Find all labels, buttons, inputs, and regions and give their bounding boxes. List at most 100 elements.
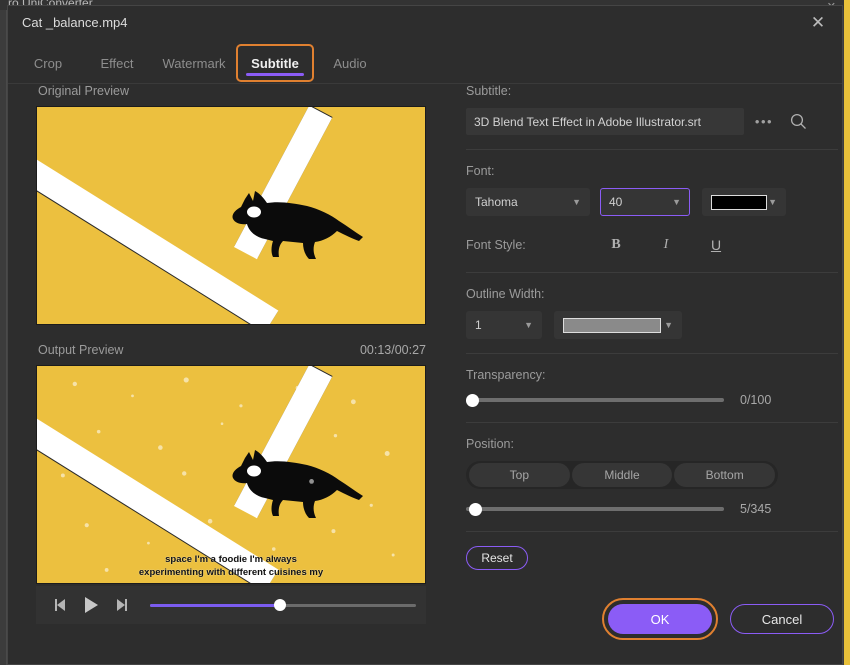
position-offset-track xyxy=(466,507,724,511)
tab-subtitle-label: Subtitle xyxy=(251,55,299,71)
font-style-label: Font Style: xyxy=(466,238,526,252)
step-backward-icon[interactable] xyxy=(46,592,76,618)
outline-width-label: Outline Width: xyxy=(466,287,545,301)
subtitle-file-input[interactable] xyxy=(466,108,744,135)
outline-row: 1 ▼ ▼ xyxy=(466,311,838,339)
outline-width-select[interactable]: 1 ▼ xyxy=(466,311,542,339)
original-preview-video xyxy=(36,106,426,325)
tab-effect[interactable]: Effect xyxy=(84,44,150,82)
bold-label: B xyxy=(611,237,621,252)
divider xyxy=(466,531,838,532)
ok-button-highlight: OK xyxy=(602,598,718,640)
underline-button[interactable]: U xyxy=(696,232,736,258)
divider xyxy=(466,272,838,273)
position-bottom-label: Bottom xyxy=(705,468,744,482)
video-player-controls xyxy=(36,586,426,624)
chevron-down-icon: ▼ xyxy=(664,320,673,330)
original-preview-label: Original Preview xyxy=(38,84,130,98)
tab-audio[interactable]: Audio xyxy=(320,44,380,82)
tab-crop-label: Crop xyxy=(33,55,63,71)
chevron-down-icon: ▼ xyxy=(672,197,681,207)
cat-silhouette-icon xyxy=(232,450,363,518)
playback-fill xyxy=(150,603,281,607)
position-option-middle[interactable]: Middle xyxy=(571,463,673,487)
position-offset-value: 5/345 xyxy=(740,502,772,516)
reset-label: Reset xyxy=(481,551,513,565)
font-family-select[interactable]: Tahoma ▼ xyxy=(466,188,590,216)
cancel-label: Cancel xyxy=(761,611,803,627)
playback-progress-slider[interactable] xyxy=(150,595,416,615)
reset-button[interactable]: Reset xyxy=(466,546,528,570)
transparency-label: Transparency: xyxy=(466,368,546,382)
subtitle-file-row: ••• xyxy=(466,108,838,135)
divider xyxy=(466,353,838,354)
font-size-value: 40 xyxy=(609,195,623,209)
transparency-slider[interactable] xyxy=(466,392,724,408)
position-label: Position: xyxy=(466,437,514,451)
search-icon[interactable] xyxy=(782,108,814,135)
original-preview-header: Original Preview xyxy=(8,84,458,106)
position-offset-knob[interactable] xyxy=(468,502,482,516)
dialog-filename: Cat _balance.mp4 xyxy=(22,15,128,30)
ok-button[interactable]: OK xyxy=(608,604,712,634)
transparency-row: 0/100 xyxy=(466,392,838,408)
font-row: Tahoma ▼ 40 ▼ ▼ xyxy=(466,188,838,216)
timecode-display: 00:13/00:27 xyxy=(359,343,426,357)
background-accent-strip xyxy=(844,0,850,665)
italic-label: I xyxy=(663,237,669,252)
transparency-knob[interactable] xyxy=(466,393,479,407)
chevron-down-icon: ▼ xyxy=(768,197,777,207)
outline-color-swatch xyxy=(563,317,661,333)
underline-label: U xyxy=(710,237,722,253)
outline-width-value: 1 xyxy=(475,318,482,332)
tab-effect-label: Effect xyxy=(100,55,134,71)
position-middle-label: Middle xyxy=(604,468,640,482)
divider xyxy=(466,422,838,423)
transparency-track xyxy=(466,398,724,402)
font-color-swatch xyxy=(711,194,767,210)
font-field-label: Font: xyxy=(466,164,495,178)
tab-watermark[interactable]: Watermark xyxy=(148,44,240,82)
tab-audio-label: Audio xyxy=(333,55,367,71)
outline-color-select[interactable]: ▼ xyxy=(554,311,682,339)
settings-column: Subtitle: ••• Font: Tahoma ▼ 40 ▼ ▼ xyxy=(466,84,838,570)
dialog-titlebar: Cat _balance.mp4 ✕ xyxy=(8,6,842,40)
play-icon[interactable] xyxy=(76,592,106,618)
position-segmented-control: Top Middle Bottom xyxy=(466,461,778,489)
output-preview-label: Output Preview xyxy=(38,343,124,357)
tab-subtitle[interactable]: Subtitle xyxy=(236,44,314,82)
position-offset-slider[interactable] xyxy=(466,501,724,517)
subtitle-overlay-line-1: space I'm a foodie I'm always xyxy=(165,554,297,565)
cat-silhouette-icon xyxy=(232,191,363,259)
tab-bar: Crop Effect Watermark Subtitle Audio xyxy=(8,40,842,84)
output-preview-video: space I'm a foodie I'm always experiment… xyxy=(36,365,426,584)
position-top-label: Top xyxy=(509,468,530,482)
bold-button[interactable]: B xyxy=(596,232,636,258)
preview-column: Original Preview Output Preview 00:13/00… xyxy=(8,84,458,624)
position-offset-row: 5/345 xyxy=(466,501,838,517)
subtitle-field-label: Subtitle: xyxy=(466,84,512,98)
ok-label: OK xyxy=(650,611,670,627)
font-size-select[interactable]: 40 ▼ xyxy=(600,188,690,216)
position-option-bottom[interactable]: Bottom xyxy=(674,463,776,487)
cancel-button[interactable]: Cancel xyxy=(730,604,834,634)
chevron-down-icon: ▼ xyxy=(572,197,581,207)
italic-button[interactable]: I xyxy=(646,232,686,258)
chevron-down-icon: ▼ xyxy=(524,320,533,330)
font-style-row: Font Style: B I U xyxy=(466,232,838,258)
close-icon[interactable]: ✕ xyxy=(798,8,838,38)
position-option-top[interactable]: Top xyxy=(469,463,570,487)
subtitle-overlay-line-2: experimenting with different cuisines my xyxy=(138,567,324,578)
font-color-select[interactable]: ▼ xyxy=(702,188,786,216)
font-family-value: Tahoma xyxy=(475,195,518,209)
subtitle-settings-dialog: Cat _balance.mp4 ✕ Crop Effect Watermark… xyxy=(7,5,843,665)
transparency-value: 0/100 xyxy=(740,393,772,407)
tab-crop[interactable]: Crop xyxy=(18,44,78,82)
step-forward-icon[interactable] xyxy=(106,592,136,618)
dialog-footer: OK Cancel xyxy=(466,598,838,640)
subtitle-text-overlay: space I'm a foodie I'm always experiment… xyxy=(37,553,425,579)
divider xyxy=(466,149,838,150)
tab-active-underline xyxy=(246,73,304,76)
ellipsis-icon[interactable]: ••• xyxy=(748,108,780,135)
playback-knob[interactable] xyxy=(274,599,287,611)
